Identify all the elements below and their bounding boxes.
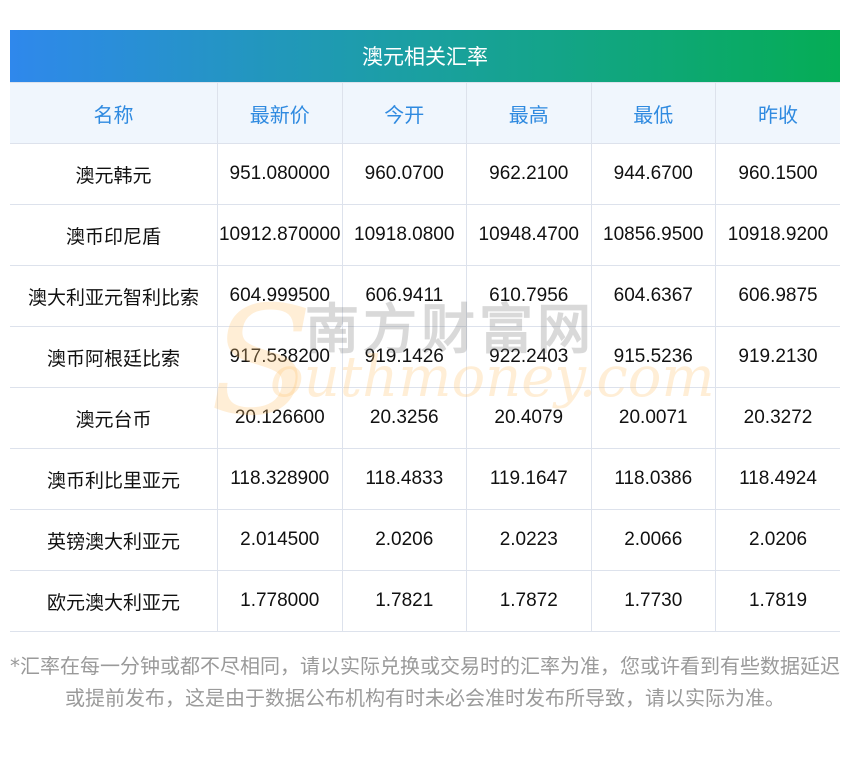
rate-cell: 20.126600 xyxy=(217,387,343,449)
currency-pair-name: 欧元澳大利亚元 xyxy=(10,570,218,632)
rate-cell: 606.9875 xyxy=(715,265,840,327)
table-row: 澳币印尼盾 10912.870000 10918.0800 10948.4700 108… xyxy=(10,204,840,266)
rate-cell: 10918.9200 xyxy=(715,204,840,266)
rate-cell: 604.6367 xyxy=(590,265,716,327)
rate-cell: 118.4833 xyxy=(341,448,467,510)
rate-cell: 10856.9500 xyxy=(590,204,716,266)
rate-cell: 118.4924 xyxy=(715,448,840,510)
rate-cell: 919.1426 xyxy=(341,326,467,388)
table-row: 澳元韩元 951.080000 960.0700 962.2100 944.6700 96… xyxy=(10,143,840,205)
table-row: 澳大利亚元智利比索 604.999500 606.9411 610.7956 604.6… xyxy=(10,265,840,327)
table-header-row: 名称 最新价 今开 最高 最低 昨收 xyxy=(10,82,840,144)
rate-cell: 118.0386 xyxy=(590,448,716,510)
rate-cell: 1.7819 xyxy=(715,570,840,632)
rate-cell: 2.014500 xyxy=(217,509,343,571)
rate-cell: 1.7872 xyxy=(466,570,592,632)
rate-cell: 20.0071 xyxy=(590,387,716,449)
rate-cell: 119.1647 xyxy=(466,448,592,510)
rate-cell: 922.2403 xyxy=(466,326,592,388)
currency-pair-name: 澳元台币 xyxy=(10,387,218,449)
rate-cell: 118.328900 xyxy=(217,448,343,510)
currency-pair-name: 澳币利比里亚元 xyxy=(10,448,218,510)
rate-cell: 960.1500 xyxy=(715,143,840,205)
rate-cell: 915.5236 xyxy=(590,326,716,388)
disclaimer-note: *汇率在每一分钟或都不尽相同，请以实际兑换或交易时的汇率为准，您或许看到有些数据… xyxy=(10,654,840,710)
rate-cell: 917.538200 xyxy=(217,326,343,388)
rate-cell: 951.080000 xyxy=(217,143,343,205)
column-header: 最低 xyxy=(590,82,716,144)
rate-cell: 610.7956 xyxy=(466,265,592,327)
rate-cell: 962.2100 xyxy=(466,143,592,205)
rate-cell: 10912.870000 xyxy=(217,204,343,266)
column-header: 昨收 xyxy=(715,82,840,144)
rate-cell: 10948.4700 xyxy=(466,204,592,266)
rate-cell: 20.3256 xyxy=(341,387,467,449)
currency-pair-name: 澳币印尼盾 xyxy=(10,204,218,266)
table-row: 澳元台币 20.126600 20.3256 20.4079 20.0071 20.327… xyxy=(10,387,840,449)
table-row: 欧元澳大利亚元 1.778000 1.7821 1.7872 1.7730 1.7819 xyxy=(10,570,840,632)
column-header: 最高 xyxy=(466,82,592,144)
rate-cell: 1.778000 xyxy=(217,570,343,632)
rate-cell: 20.4079 xyxy=(466,387,592,449)
currency-pair-name: 澳币阿根廷比索 xyxy=(10,326,218,388)
table-row: 澳币阿根廷比索 917.538200 919.1426 922.2403 915.523… xyxy=(10,326,840,388)
exchange-rate-panel: 澳元相关汇率 名称 最新价 今开 最高 最低 昨收 澳元韩元 951.080000 960.0… xyxy=(10,30,840,632)
table-row: 澳币利比里亚元 118.328900 118.4833 119.1647 118.038… xyxy=(10,448,840,510)
rate-cell: 1.7821 xyxy=(341,570,467,632)
currency-pair-name: 英镑澳大利亚元 xyxy=(10,509,218,571)
rate-cell: 606.9411 xyxy=(341,265,467,327)
rate-cell: 604.999500 xyxy=(217,265,343,327)
rate-cell: 20.3272 xyxy=(715,387,840,449)
panel-title: 澳元相关汇率 xyxy=(10,30,840,82)
rate-cell: 960.0700 xyxy=(341,143,467,205)
rate-cell: 944.6700 xyxy=(590,143,716,205)
rate-table: 名称 最新价 今开 最高 最低 昨收 澳元韩元 951.080000 960.0700 962.… xyxy=(10,82,840,632)
rate-cell: 1.7730 xyxy=(590,570,716,632)
column-header: 最新价 xyxy=(217,82,343,144)
rate-cell: 2.0206 xyxy=(715,509,840,571)
table-row: 英镑澳大利亚元 2.014500 2.0206 2.0223 2.0066 2.0206 xyxy=(10,509,840,571)
column-header: 今开 xyxy=(341,82,467,144)
rate-cell: 2.0206 xyxy=(341,509,467,571)
rate-cell: 919.2130 xyxy=(715,326,840,388)
rate-cell: 2.0223 xyxy=(466,509,592,571)
currency-pair-name: 澳大利亚元智利比索 xyxy=(10,265,218,327)
column-header: 名称 xyxy=(10,82,218,144)
rate-cell: 10918.0800 xyxy=(341,204,467,266)
rate-cell: 2.0066 xyxy=(590,509,716,571)
currency-pair-name: 澳元韩元 xyxy=(10,143,218,205)
